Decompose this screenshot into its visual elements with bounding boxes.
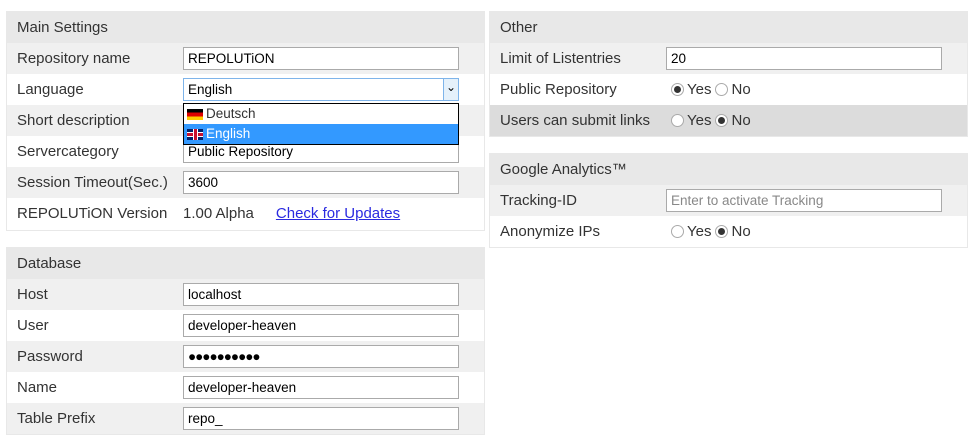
label: Password (17, 348, 83, 365)
row-name: Name developer-heaven (7, 372, 484, 403)
language-option-deutsch[interactable]: Deutsch (184, 104, 458, 124)
german-flag-icon (187, 108, 203, 120)
submit-no-radio[interactable]: No (715, 105, 751, 136)
label: User (17, 317, 49, 334)
radio-unchecked-icon (671, 114, 684, 127)
label: Servercategory (17, 143, 119, 160)
label: Tracking-ID (500, 192, 577, 209)
radio-unchecked-icon (715, 83, 729, 96)
limit-input[interactable]: 20 (666, 47, 942, 70)
google-analytics-panel: Google Analytics™ Tracking-ID Enter to ac… (489, 153, 968, 248)
label: Session Timeout(Sec.) (17, 174, 168, 191)
repository-name-input[interactable]: REPOLUTiON (183, 47, 459, 70)
language-dropdown-list: Deutsch English (183, 103, 459, 145)
row-limit: Limit of Listentries 20 (490, 43, 967, 74)
radio-label: No (731, 112, 751, 129)
password-input[interactable]: ●●●●●●●●●● (183, 345, 459, 368)
submit-links-radios: Yes No (671, 105, 755, 136)
label: Name (17, 379, 58, 396)
tracking-id-input[interactable]: Enter to activate Tracking (666, 189, 942, 212)
anonymize-no-radio[interactable]: No (715, 216, 751, 247)
radio-label: Yes (687, 81, 712, 98)
label: Repository name (17, 50, 131, 67)
submit-yes-radio[interactable]: Yes (671, 105, 711, 136)
radio-label: No (731, 81, 751, 98)
section-title: Database (7, 248, 484, 279)
label: Users can submit links (500, 112, 651, 129)
label: Short description (17, 112, 130, 129)
row-session-timeout: Session Timeout(Sec.) 3600 (7, 167, 484, 198)
row-language: Language English ⌄ (7, 74, 484, 105)
radio-label: Yes (687, 223, 712, 240)
anonymize-radios: Yes No (671, 216, 755, 247)
label: REPOLUTiON Version (17, 205, 168, 222)
radio-label: No (731, 223, 751, 240)
host-input[interactable]: localhost (183, 283, 459, 306)
label: Limit of Listentries (500, 50, 621, 67)
selected-value: English (188, 82, 233, 97)
public-yes-radio[interactable]: Yes (671, 74, 711, 105)
row-host: Host localhost (7, 279, 484, 310)
label: Public Repository (500, 81, 617, 98)
radio-label: Yes (687, 112, 712, 129)
database-panel: Database Host localhost User developer-hea… (6, 247, 485, 435)
anonymize-yes-radio[interactable]: Yes (671, 216, 711, 247)
session-timeout-input[interactable]: 3600 (183, 171, 459, 194)
db-name-input[interactable]: developer-heaven (183, 376, 459, 399)
row-version: REPOLUTiON Version 1.00 Alpha Check for U… (7, 198, 484, 229)
other-panel: Other Limit of Listentries 20 Public Repo… (489, 11, 968, 137)
row-users-submit-links: Users can submit links Yes No (490, 105, 967, 136)
row-repository-name: Repository name REPOLUTiON (7, 43, 484, 74)
uk-flag-icon (187, 128, 203, 140)
public-repository-radios: Yes No (671, 74, 755, 105)
label: Host (17, 286, 48, 303)
language-option-english[interactable]: English (184, 124, 458, 144)
section-title: Google Analytics™ (490, 154, 967, 185)
section-title: Main Settings (7, 12, 484, 43)
radio-checked-icon (671, 83, 684, 96)
section-title: Other (490, 12, 967, 43)
chevron-down-icon[interactable]: ⌄ (443, 79, 458, 100)
row-tracking-id: Tracking-ID Enter to activate Tracking (490, 185, 967, 216)
row-table-prefix: Table Prefix repo_ (7, 403, 484, 434)
label: Table Prefix (17, 410, 96, 427)
option-label: English (206, 126, 251, 141)
row-user: User developer-heaven (7, 310, 484, 341)
radio-checked-icon (715, 114, 729, 127)
row-public-repository: Public Repository Yes No (490, 74, 967, 105)
table-prefix-input[interactable]: repo_ (183, 407, 459, 430)
check-updates-link[interactable]: Check for Updates (276, 205, 400, 222)
radio-checked-icon (715, 225, 729, 238)
version-value: 1.00 Alpha (183, 205, 254, 222)
row-anonymize-ips: Anonymize IPs Yes No (490, 216, 967, 247)
version-info: 1.00 Alpha Check for Updates (183, 198, 400, 229)
user-input[interactable]: developer-heaven (183, 314, 459, 337)
label: Anonymize IPs (500, 223, 601, 240)
public-no-radio[interactable]: No (715, 74, 751, 105)
option-label: Deutsch (206, 106, 256, 121)
label: Language (17, 81, 84, 98)
radio-unchecked-icon (671, 225, 684, 238)
language-select[interactable]: English ⌄ (183, 78, 459, 101)
row-password: Password ●●●●●●●●●● (7, 341, 484, 372)
